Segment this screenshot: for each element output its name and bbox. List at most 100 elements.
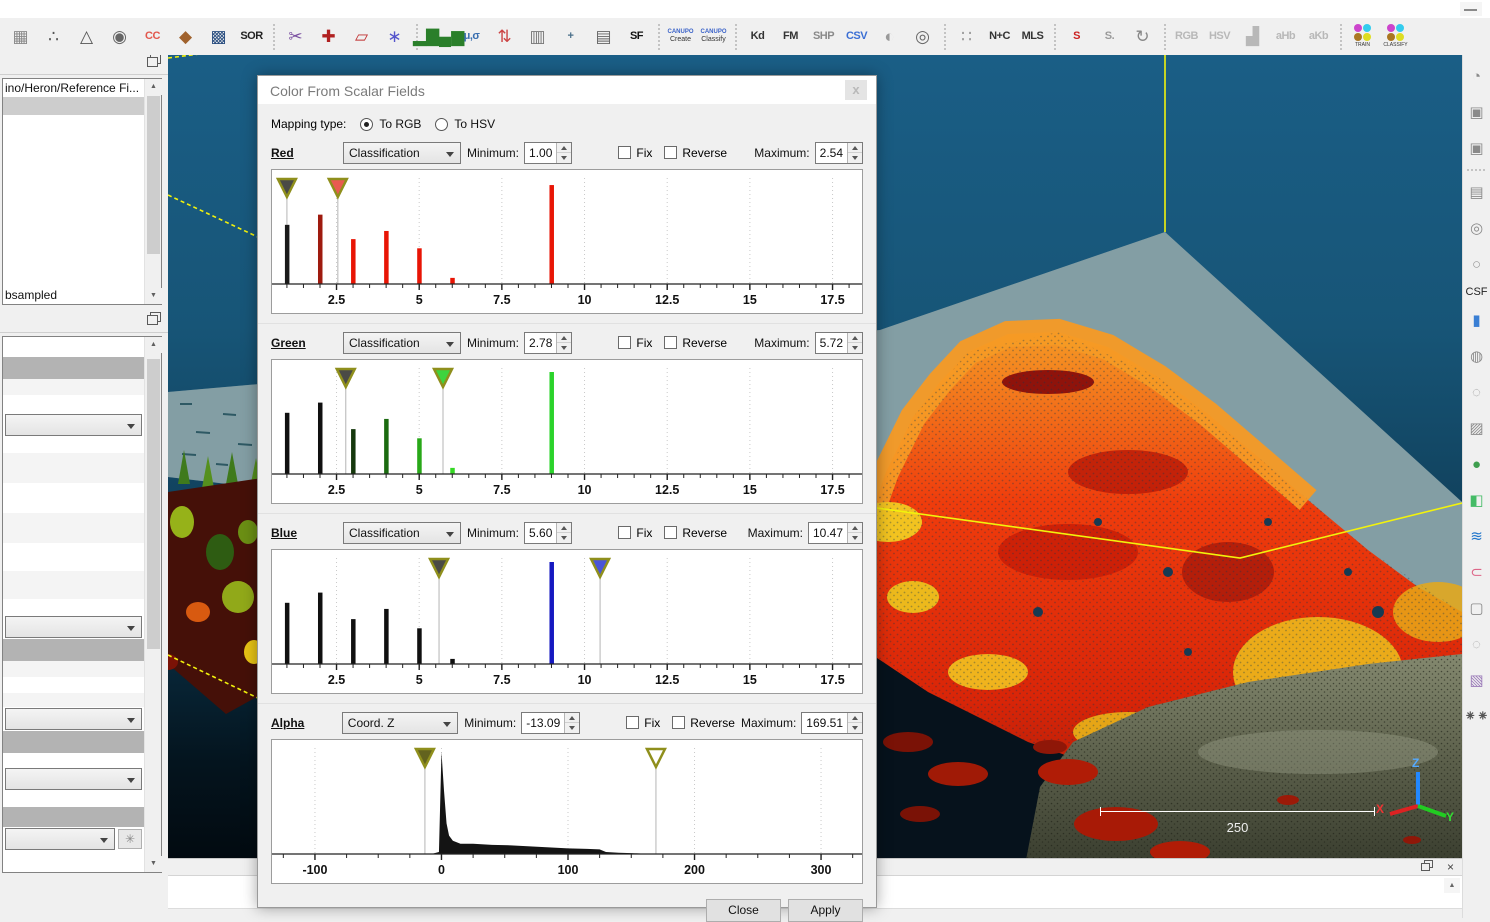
db-tree-item-partial[interactable]: bsampled bbox=[3, 286, 144, 304]
plugin-small-ring-button[interactable]: ○ bbox=[1465, 252, 1489, 276]
globe-projection-button[interactable]: ◎ bbox=[907, 22, 938, 52]
reverse-checkbox[interactable] bbox=[664, 526, 677, 539]
reverse-label[interactable]: Reverse bbox=[682, 336, 727, 350]
spin-up-icon[interactable] bbox=[557, 143, 571, 154]
spline-fit-button[interactable]: S. bbox=[1094, 22, 1125, 52]
sf-min-max-button[interactable]: ⇅ bbox=[489, 22, 520, 52]
spin-down-icon[interactable] bbox=[848, 153, 862, 163]
plugin-f-tool-button[interactable]: ◧ bbox=[1465, 488, 1489, 512]
surface-revolution-button[interactable]: ↻ bbox=[1127, 22, 1158, 52]
plugin-clapper-button[interactable]: ▤ bbox=[1465, 180, 1489, 204]
mls-smoothing-button[interactable]: MLS bbox=[1017, 22, 1048, 52]
maximum-spinbox[interactable]: 2.54 bbox=[815, 142, 863, 164]
spline-tool-button[interactable]: S bbox=[1061, 22, 1092, 52]
property-dropdown[interactable] bbox=[5, 768, 142, 790]
maximum-spinbox[interactable]: 169.51 bbox=[801, 712, 863, 734]
point-picking-button[interactable]: ◉ bbox=[104, 22, 135, 52]
spin-down-icon[interactable] bbox=[557, 533, 571, 543]
plugin-purple-box-button[interactable]: ▧ bbox=[1465, 668, 1489, 692]
property-row-selected[interactable] bbox=[3, 807, 144, 827]
dialog-titlebar[interactable]: Color From Scalar Fields x bbox=[258, 76, 876, 104]
spin-up-icon[interactable] bbox=[565, 713, 579, 724]
plugin-box-outline-button[interactable]: ▢ bbox=[1465, 596, 1489, 620]
spin-up-icon[interactable] bbox=[848, 713, 862, 724]
maximum-value[interactable]: 169.51 bbox=[802, 713, 847, 733]
scroll-down-icon[interactable]: ▼ bbox=[145, 856, 162, 872]
plugin-h-tool-button[interactable]: ◍ bbox=[1465, 344, 1489, 368]
mesh-sampling-button[interactable]: ▦ bbox=[5, 22, 36, 52]
scroll-down-icon[interactable]: ▼ bbox=[145, 288, 162, 304]
sf-gradient-button[interactable]: SF bbox=[621, 22, 652, 52]
reverse-label[interactable]: Reverse bbox=[682, 146, 727, 160]
cloud-to-cloud-distance-button[interactable]: CC bbox=[137, 22, 168, 52]
radio-to-hsv[interactable] bbox=[435, 118, 448, 131]
radio-to-rgb[interactable] bbox=[360, 118, 373, 131]
plugin-globe-green-button[interactable]: ● bbox=[1465, 452, 1489, 476]
fix-label[interactable]: Fix bbox=[636, 336, 652, 350]
plugins-puzzle-button[interactable]: ∷ bbox=[951, 22, 982, 52]
property-row-selected[interactable] bbox=[3, 639, 144, 661]
add-scalar-field-button[interactable]: + bbox=[555, 22, 586, 52]
fix-label[interactable]: Fix bbox=[644, 716, 660, 730]
3dmasc-train-button[interactable]: TRAIN bbox=[1347, 22, 1378, 52]
maximum-spinbox[interactable]: 10.47 bbox=[808, 522, 863, 544]
plugin-colorbar-button[interactable]: ▮ bbox=[1465, 308, 1489, 332]
translate-rotate-button[interactable]: ✚ bbox=[313, 22, 344, 52]
reverse-label[interactable]: Reverse bbox=[690, 716, 735, 730]
segment-scissors-button[interactable]: ✂ bbox=[280, 22, 311, 52]
scalar-field-dropdown[interactable]: Classification bbox=[343, 332, 461, 354]
fm-plugin-button[interactable]: FM bbox=[775, 22, 806, 52]
property-row-selected[interactable] bbox=[3, 731, 144, 753]
spin-down-icon[interactable] bbox=[848, 723, 862, 733]
reverse-label[interactable]: Reverse bbox=[682, 526, 727, 540]
compute-normals-button[interactable]: ∗ bbox=[379, 22, 410, 52]
scalar-field-dropdown[interactable]: Coord. Z bbox=[342, 712, 458, 734]
octree-compute-button[interactable]: △ bbox=[71, 22, 102, 52]
sf-color-scale-button[interactable]: ▥ bbox=[522, 22, 553, 52]
spin-down-icon[interactable] bbox=[557, 153, 571, 163]
scroll-up-icon[interactable]: ▲ bbox=[145, 337, 162, 353]
normals-plus-colors-button[interactable]: N+C bbox=[984, 22, 1015, 52]
radio-to-hsv-label[interactable]: To HSV bbox=[454, 117, 495, 131]
db-tree-item-selected[interactable] bbox=[3, 97, 144, 115]
minimum-value[interactable]: 2.78 bbox=[525, 333, 556, 353]
reverse-checkbox[interactable] bbox=[672, 716, 685, 729]
scalar-field-dropdown[interactable]: Classification bbox=[343, 522, 461, 544]
reverse-checkbox[interactable] bbox=[664, 146, 677, 159]
green-histogram[interactable]: 2.557.51012.51517.5 bbox=[271, 359, 863, 504]
red-histogram[interactable]: 2.557.51012.51517.5 bbox=[271, 169, 863, 314]
kd-tree-plugin-button[interactable]: Kd bbox=[742, 22, 773, 52]
float-panel-icon[interactable] bbox=[147, 315, 158, 325]
maximum-value[interactable]: 5.72 bbox=[816, 333, 847, 353]
shp-export-button[interactable]: SHP bbox=[808, 22, 839, 52]
sphere-tool-button[interactable]: ◐ bbox=[874, 22, 905, 52]
float-panel-icon[interactable] bbox=[1421, 863, 1430, 871]
sor-filter-button[interactable]: SOR bbox=[236, 22, 267, 52]
spin-down-icon[interactable] bbox=[848, 343, 862, 353]
spin-up-icon[interactable] bbox=[848, 143, 862, 154]
spin-up-icon[interactable] bbox=[848, 523, 862, 534]
plugin-c-red-button[interactable]: ⊂ bbox=[1465, 560, 1489, 584]
console-scroll-up-icon[interactable]: ▲ bbox=[1444, 878, 1460, 893]
property-dropdown[interactable] bbox=[5, 828, 115, 850]
plugin-m-tool-button[interactable]: ◌ bbox=[1465, 380, 1489, 404]
spin-down-icon[interactable] bbox=[557, 343, 571, 353]
minimum-value[interactable]: 5.60 bbox=[525, 523, 556, 543]
spin-down-icon[interactable] bbox=[565, 723, 579, 733]
property-dropdown[interactable] bbox=[5, 414, 142, 436]
plugin-ring-button[interactable]: ◎ bbox=[1465, 216, 1489, 240]
minimum-spinbox[interactable]: -13.09 bbox=[521, 712, 580, 734]
plugin-dotted-ring-button[interactable]: ◌ bbox=[1465, 632, 1489, 656]
subsample-cloud-button[interactable]: ∴ bbox=[38, 22, 69, 52]
maximum-value[interactable]: 2.54 bbox=[816, 143, 847, 163]
scalar-field-dropdown[interactable]: Classification bbox=[343, 142, 461, 164]
db-tree-item[interactable]: ino/Heron/Reference Fi... bbox=[3, 79, 144, 97]
rgb-filter-disabled-button[interactable]: RGB bbox=[1171, 22, 1202, 52]
property-dropdown[interactable] bbox=[5, 708, 142, 730]
plugin-asterisks-button[interactable]: ⁕⁕ bbox=[1465, 704, 1489, 728]
fix-checkbox[interactable] bbox=[626, 716, 639, 729]
maximum-spinbox[interactable]: 5.72 bbox=[815, 332, 863, 354]
hue-band-disabled-button[interactable]: aHb bbox=[1270, 22, 1301, 52]
minimum-spinbox[interactable]: 5.60 bbox=[524, 522, 572, 544]
csv-export-button[interactable]: CSV bbox=[841, 22, 872, 52]
